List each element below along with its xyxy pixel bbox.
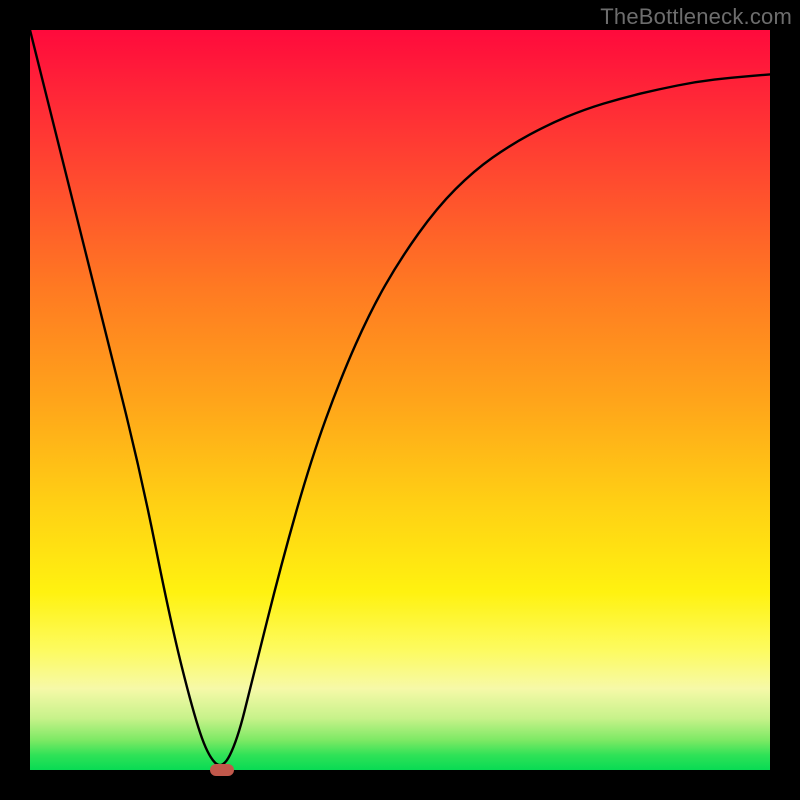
optimal-marker [210, 764, 234, 776]
watermark-text: TheBottleneck.com [600, 4, 792, 30]
plot-area [30, 30, 770, 770]
bottleneck-curve [30, 30, 770, 770]
chart-frame: TheBottleneck.com [0, 0, 800, 800]
